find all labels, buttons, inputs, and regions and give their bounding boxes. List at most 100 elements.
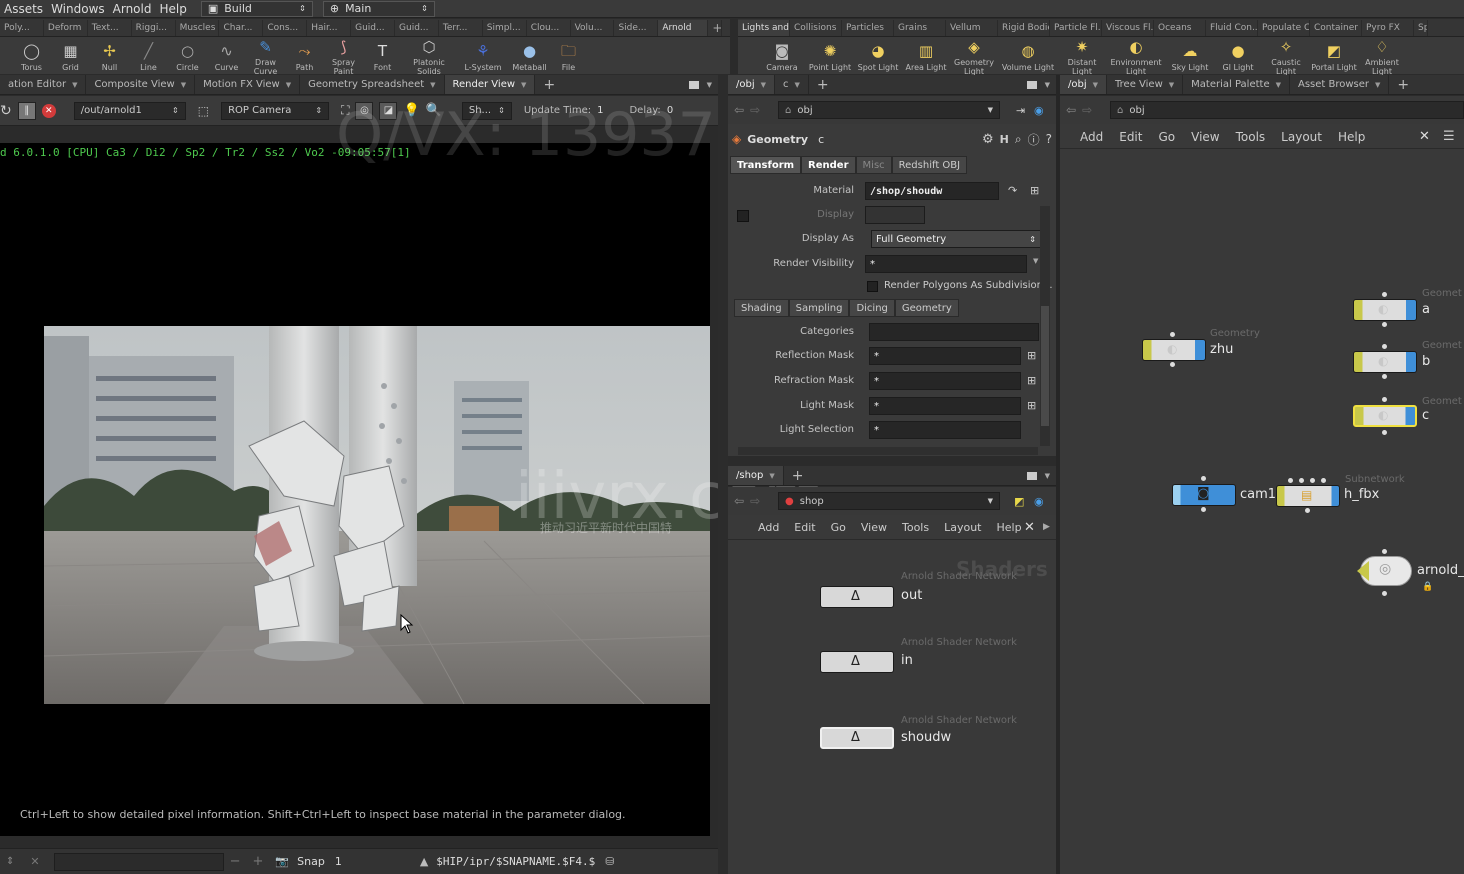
- shelf-tool-spray-paint[interactable]: ⟆ Spray Paint: [324, 35, 363, 76]
- plus-icon[interactable]: +: [253, 854, 264, 869]
- add-shelf-button[interactable]: +: [708, 19, 723, 36]
- shelf-tool-line[interactable]: ╱ Line: [129, 40, 168, 72]
- pause-button[interactable]: ‖: [17, 101, 36, 120]
- shelf-tool-ambient-light[interactable]: ♢ Ambient Light: [1358, 35, 1406, 76]
- light-mask-field[interactable]: *: [869, 397, 1021, 415]
- shelf-tool-curve[interactable]: ∿ Curve: [207, 40, 246, 72]
- preview-toggle-icon[interactable]: ◎: [355, 101, 374, 120]
- playbar-left-icon[interactable]: ⇕: [6, 856, 14, 867]
- menu-arnold[interactable]: Arnold: [113, 2, 152, 16]
- tools-icon[interactable]: ✕: [1024, 520, 1035, 535]
- obj-node-a[interactable]: ◐: [1353, 299, 1417, 321]
- shelf-tool-portal-light[interactable]: ◩ Portal Light: [1310, 40, 1358, 72]
- shelf-tab-right-4[interactable]: Vellum: [946, 19, 998, 36]
- param-path-field[interactable]: ⌂ obj ▼: [778, 101, 1000, 119]
- node-output-dot[interactable]: [1382, 374, 1387, 379]
- shop-menu-tools[interactable]: Tools: [902, 521, 929, 534]
- shelf-tool-null[interactable]: ✢ Null: [90, 40, 129, 72]
- pane-layout-icon[interactable]: [1026, 471, 1037, 480]
- shelf-tab-10[interactable]: Terr...: [439, 19, 483, 36]
- obj-node-a-label[interactable]: a: [1422, 302, 1430, 317]
- back-arrow-icon[interactable]: ⇦: [1066, 103, 1076, 117]
- shelf-tab-right-5[interactable]: Rigid Bodies: [998, 19, 1050, 36]
- forward-arrow-icon[interactable]: ⇨: [750, 103, 760, 117]
- shelf-tool-spot-light[interactable]: ◕ Spot Light: [854, 40, 902, 72]
- tab-obj-network[interactable]: /obj ▼: [1060, 75, 1108, 94]
- node-chooser-icon[interactable]: ⊞: [1030, 184, 1039, 197]
- shelf-tool-metaball[interactable]: ● Metaball: [510, 40, 549, 72]
- desktop-main-select[interactable]: ⊕ Main ⇕: [322, 0, 435, 17]
- display-field[interactable]: [865, 206, 925, 224]
- subtab-dicing[interactable]: Dicing: [849, 299, 895, 317]
- param-hscrollbar[interactable]: [738, 447, 1038, 455]
- obj-node-cam1[interactable]: ◙: [1172, 484, 1236, 506]
- shop-menu-add[interactable]: Add: [758, 521, 779, 534]
- pane-separator[interactable]: [718, 75, 728, 874]
- tab-redshift-obj[interactable]: Redshift OBJ: [891, 156, 968, 174]
- shop-menu-go[interactable]: Go: [831, 521, 846, 534]
- shop-menu-layout[interactable]: Layout: [944, 521, 981, 534]
- desktop-build-select[interactable]: ▣ Build ⇕: [200, 0, 313, 17]
- shelf-tab-right-7[interactable]: Viscous Fl...: [1102, 19, 1154, 36]
- node-output-dot[interactable]: [1382, 430, 1387, 435]
- param-scrollbar-thumb[interactable]: [1041, 306, 1049, 426]
- obj-node-c-label[interactable]: c: [1422, 408, 1429, 423]
- delay-value[interactable]: 0: [667, 105, 673, 116]
- reflection-mask-chooser-icon[interactable]: ⊞: [1027, 349, 1036, 362]
- obj-node-c[interactable]: ◐: [1353, 405, 1417, 427]
- shop-menu-help[interactable]: Help: [997, 521, 1022, 534]
- obj-path-field[interactable]: ⌂ obj: [1110, 101, 1464, 119]
- node-input-dot[interactable]: [1299, 478, 1304, 483]
- back-arrow-icon[interactable]: ⇦: [734, 494, 744, 508]
- obj-menu-edit[interactable]: Edit: [1119, 130, 1142, 144]
- shelf-tab-1[interactable]: Deform: [44, 19, 88, 36]
- search-icon[interactable]: ⌕: [1015, 132, 1022, 147]
- shelf-tab-right-3[interactable]: Grains: [894, 19, 946, 36]
- shelf-tool-caustic-light[interactable]: ✧ Caustic Light: [1262, 35, 1310, 76]
- pane-menu-icon[interactable]: ▼: [707, 81, 712, 89]
- shelf-tab-right-10[interactable]: Populate C...: [1258, 19, 1310, 36]
- node-input-dot[interactable]: [1321, 478, 1326, 483]
- categories-field[interactable]: [869, 323, 1039, 341]
- pane-layout-icon[interactable]: [1026, 80, 1037, 89]
- shader-node-in[interactable]: Δ: [820, 651, 894, 673]
- shelf-tool-camera[interactable]: ◙ Camera: [758, 40, 806, 72]
- obj-menu-help[interactable]: Help: [1338, 130, 1365, 144]
- more-icon[interactable]: ▶: [1043, 522, 1050, 532]
- display-as-select[interactable]: Full Geometry ⇕: [871, 230, 1041, 248]
- jump-icon[interactable]: ↷: [1008, 184, 1017, 197]
- obj-menu-go[interactable]: Go: [1158, 130, 1175, 144]
- shelf-tab-4[interactable]: Muscles: [176, 19, 220, 36]
- hip-path[interactable]: $HIP/ipr/$SNAPNAME.$F4.$: [436, 855, 595, 868]
- shelf-tab-2[interactable]: Text...: [88, 19, 132, 36]
- node-output-dot[interactable]: [1382, 591, 1387, 596]
- shelf-tab-right-1[interactable]: Collisions: [790, 19, 842, 36]
- shelf-tab-right-9[interactable]: Fluid Con...: [1206, 19, 1258, 36]
- tab-shop[interactable]: /shop ▼: [728, 466, 784, 485]
- pane-menu-icon[interactable]: ▼: [1045, 81, 1050, 89]
- obj-menu-add[interactable]: Add: [1080, 130, 1103, 144]
- shader-node-shoudw[interactable]: Δ: [820, 727, 894, 749]
- node-input-dot[interactable]: [1310, 478, 1315, 483]
- forward-arrow-icon[interactable]: ⇨: [1082, 103, 1092, 117]
- shelf-tool-distant-light[interactable]: ✷ Distant Light: [1058, 35, 1106, 76]
- snapshot-icon[interactable]: ⛶: [341, 103, 349, 118]
- status-input[interactable]: [53, 852, 224, 871]
- shader-node-in-label[interactable]: in: [901, 653, 913, 668]
- obj-node-b-label[interactable]: b: [1422, 354, 1430, 369]
- light-bulb-icon[interactable]: 💡: [403, 103, 419, 118]
- obj-node-h-fbx-label[interactable]: h_fbx: [1344, 487, 1379, 502]
- shelf-tool-circle[interactable]: ○ Circle: [168, 40, 207, 72]
- node-output-dot[interactable]: [1170, 362, 1175, 367]
- add-tab-button[interactable]: +: [809, 75, 837, 94]
- light-selection-field[interactable]: *: [869, 421, 1021, 439]
- node-input-dot[interactable]: [1382, 292, 1387, 297]
- pin-icon[interactable]: ◩: [1014, 495, 1024, 508]
- camera-select[interactable]: ROP Camera ⇕: [221, 101, 330, 120]
- menu-windows[interactable]: Windows: [51, 2, 105, 16]
- tab-geometry-spreadsheet[interactable]: Geometry Spreadsheet ▼: [300, 75, 445, 94]
- obj-menu-layout[interactable]: Layout: [1281, 130, 1322, 144]
- snap-value[interactable]: 1: [335, 855, 342, 868]
- shelf-tab-7[interactable]: Hair...: [307, 19, 352, 36]
- back-arrow-icon[interactable]: ⇦: [734, 103, 744, 117]
